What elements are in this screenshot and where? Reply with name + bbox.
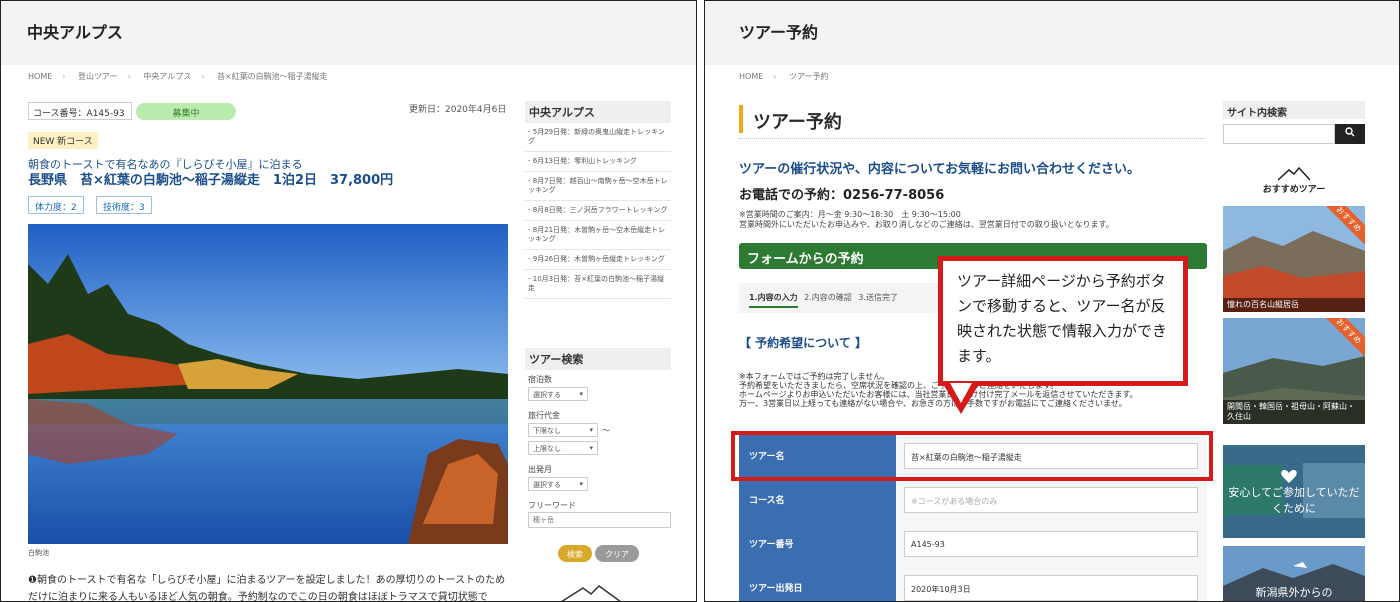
- depart-month-label: 出発月: [528, 465, 552, 474]
- chevron-down-icon: ▾: [589, 426, 593, 434]
- departure-date-label: ツアー出発日: [739, 566, 896, 601]
- form-cell: ※コースがある場合のみ: [896, 478, 1207, 522]
- price-min-value: 下限なし: [533, 427, 561, 435]
- skill-badge: 技術度：3: [96, 196, 152, 214]
- departure-date-field[interactable]: 2020年10月3日: [904, 575, 1198, 601]
- intro-text: ツアーの催行状況や、内容についてお気軽にお問い合わせください。: [739, 162, 1141, 177]
- clear-button[interactable]: クリア: [595, 545, 639, 562]
- left-sidebar: 中央アルプス - 5月29日発：新緑の奥鬼山縦走トレッキング - 6月13日発：…: [525, 101, 671, 299]
- header-title: 中央アルプス: [27, 23, 123, 42]
- updated-date: 更新日：2020年4月6日: [409, 105, 507, 115]
- form-row-tour-number: ツアー番号 A145-93: [739, 522, 1207, 566]
- price-label: 旅行代金: [528, 411, 560, 420]
- tour-number-label: ツアー番号: [739, 522, 896, 566]
- tour-list-item[interactable]: - 8月21日発：木曽駒ヶ岳〜空木岳縦走トレッキング: [525, 221, 671, 250]
- new-course-tag: NEW 新コース: [28, 132, 98, 149]
- reservation-panel: ツアー予約 HOME › ツアー予約 ツアー予約 ツアーの催行状況や、内容について…: [704, 0, 1400, 602]
- form-cell: A145-93: [896, 522, 1207, 566]
- magnifier-icon: [1345, 127, 1355, 137]
- stamina-badge: 体力度：2: [28, 196, 84, 214]
- form-steps: 1.内容の入力 2.内容の確認 3.送信完了: [739, 283, 949, 313]
- hours-line: ※営業時間のご案内：月〜金 9:30〜18:30 土 9:30〜15:00: [739, 210, 961, 219]
- depart-month-select[interactable]: 選択する ▾: [528, 477, 588, 491]
- course-code: コース番号：A145-93: [28, 102, 132, 120]
- tour-detail-panel: 中央アルプス HOME › 登山ツアー › 中央アルプス › 苔×紅葉の白駒池〜稲子湯…: [0, 0, 697, 602]
- depart-month-value: 選択する: [533, 481, 561, 489]
- breadcrumb: HOME › 登山ツアー › 中央アルプス › 苔×紅葉の白駒池〜稲子湯縦走: [28, 72, 328, 81]
- step-complete: 3.送信完了: [858, 293, 898, 302]
- page-title: ツアー予約: [753, 112, 842, 133]
- photo-caption: 白駒池: [28, 549, 49, 557]
- safety-banner[interactable]: 安心してご参加していただくために: [1223, 445, 1365, 538]
- callout-tail-inner: [950, 383, 972, 403]
- tour-list: - 5月29日発：新緑の奥鬼山縦走トレッキング - 6月13日発：零利山トレッキ…: [525, 123, 671, 299]
- tour-list-item[interactable]: - 10月3日発：苔×紅葉の白駒池〜稲子湯縦走: [525, 270, 671, 299]
- title-divider: [739, 138, 1205, 139]
- callout-annotation: ツアー詳細ページから予約ボタンで移動すると、ツアー名が反映された状態で情報入力が…: [938, 256, 1188, 386]
- breadcrumb-home[interactable]: HOME: [28, 72, 52, 81]
- search-button[interactable]: 検索: [558, 545, 592, 562]
- card-caption: 開聞岳・韓国岳・祖母山・阿蘇山・久住山: [1223, 400, 1365, 424]
- highlight-box: [731, 431, 1213, 481]
- price-max-value: 上限なし: [533, 445, 561, 453]
- breadcrumb: HOME › ツアー予約: [739, 72, 829, 81]
- keyword-label: フリーワード: [528, 501, 576, 510]
- tour-photo: [28, 224, 508, 544]
- header-title: ツアー予約: [739, 23, 819, 42]
- tour-description: ❶朝食のトーストで有名な「しらびそ小屋」に泊まるツアーを設定しました！あの厚切り…: [28, 575, 506, 602]
- chevron-down-icon: ▾: [579, 390, 583, 398]
- tour-list-item[interactable]: - 9月26日発：木曽駒ヶ岳縦走トレッキング: [525, 250, 671, 270]
- chevron-down-icon: ▾: [579, 480, 583, 488]
- hours-line: 営業時間外にいただいたお申込みや、お取り消しなどのご連絡は、翌営業日付での取り扱…: [739, 220, 1114, 229]
- site-search-button[interactable]: [1335, 124, 1365, 144]
- tour-list-item[interactable]: - 8月7日発：越百山〜南駒ヶ岳〜空木岳トレッキング: [525, 172, 671, 201]
- regional-banner-text: 新潟県外からの: [1255, 586, 1333, 599]
- step-confirm: 2.内容の確認: [804, 293, 852, 302]
- status-badge: 募集中: [136, 103, 236, 120]
- tour-list-item[interactable]: - 5月29日発：新緑の奥鬼山縦走トレッキング: [525, 123, 671, 152]
- site-search-input[interactable]: [1223, 124, 1335, 144]
- breadcrumb-home[interactable]: HOME: [739, 72, 763, 81]
- mountain-logo-icon: [1278, 167, 1310, 181]
- form-row-course-name: コース名 ※コースがある場合のみ: [739, 478, 1207, 522]
- site-search-title: サイト内検索: [1223, 101, 1365, 119]
- price-range-separator: 〜: [602, 426, 610, 435]
- tour-title: 長野県 苔×紅葉の白駒池〜稲子湯縦走 1泊2日 37,800円: [28, 173, 394, 188]
- regional-banner[interactable]: 新潟県外からの: [1223, 546, 1365, 601]
- phone-number: お電話での予約：0256-77-8056: [739, 188, 945, 203]
- form-cell: 2020年10月3日: [896, 566, 1207, 601]
- nights-label: 宿泊数: [528, 375, 552, 384]
- keyword-input[interactable]: [528, 512, 671, 528]
- tour-number-field[interactable]: A145-93: [904, 531, 1198, 557]
- site-header: ツアー予約: [705, 1, 1399, 65]
- tour-list-item[interactable]: - 8月8日発：三ノ沢岳フラワートレッキング: [525, 201, 671, 221]
- tour-list-item[interactable]: - 6月13日発：零利山トレッキング: [525, 152, 671, 172]
- step-input: 1.内容の入力: [749, 293, 798, 308]
- course-name-field[interactable]: ※コースがある場合のみ: [904, 487, 1198, 513]
- business-hours: ※営業時間のご案内：月〜金 9:30〜18:30 土 9:30〜15:00 営業…: [739, 210, 1114, 230]
- nights-select[interactable]: 選択する ▾: [528, 387, 588, 401]
- breadcrumb-current: ツアー予約: [789, 72, 829, 81]
- chevron-down-icon: ▾: [589, 444, 593, 452]
- nights-select-value: 選択する: [533, 391, 561, 399]
- form-row-departure-date: ツアー出発日 2020年10月3日: [739, 566, 1207, 601]
- card-caption: 憧れの百名山縦居岳: [1223, 298, 1365, 312]
- section-title: 【 予約希望について 】: [739, 336, 867, 350]
- title-accent-bar: [739, 105, 743, 133]
- course-name-label: コース名: [739, 478, 896, 522]
- recommended-card[interactable]: おすすめ 開聞岳・韓国岳・祖母山・阿蘇山・久住山: [1223, 318, 1365, 424]
- price-max-select[interactable]: 上限なし ▾: [528, 441, 598, 455]
- breadcrumb-current: 苔×紅葉の白駒池〜稲子湯縦走: [216, 72, 328, 81]
- breadcrumb-central-alps[interactable]: 中央アルプス: [143, 72, 191, 81]
- safety-banner-text: 安心してご参加していただくために: [1228, 486, 1360, 515]
- recommended-card[interactable]: おすすめ 憧れの百名山縦居岳: [1223, 206, 1365, 312]
- tour-search-title: ツアー検索: [525, 348, 671, 370]
- site-header: 中央アルプス: [1, 1, 696, 65]
- breadcrumb-mountain-tours[interactable]: 登山ツアー: [78, 72, 118, 81]
- recommended-title: おすすめツアー: [1262, 185, 1326, 195]
- lake-image: [28, 224, 508, 544]
- mountain-logo-icon: [561, 585, 621, 601]
- price-min-select[interactable]: 下限なし ▾: [528, 423, 598, 437]
- sidebar-box-title: 中央アルプス: [525, 101, 671, 123]
